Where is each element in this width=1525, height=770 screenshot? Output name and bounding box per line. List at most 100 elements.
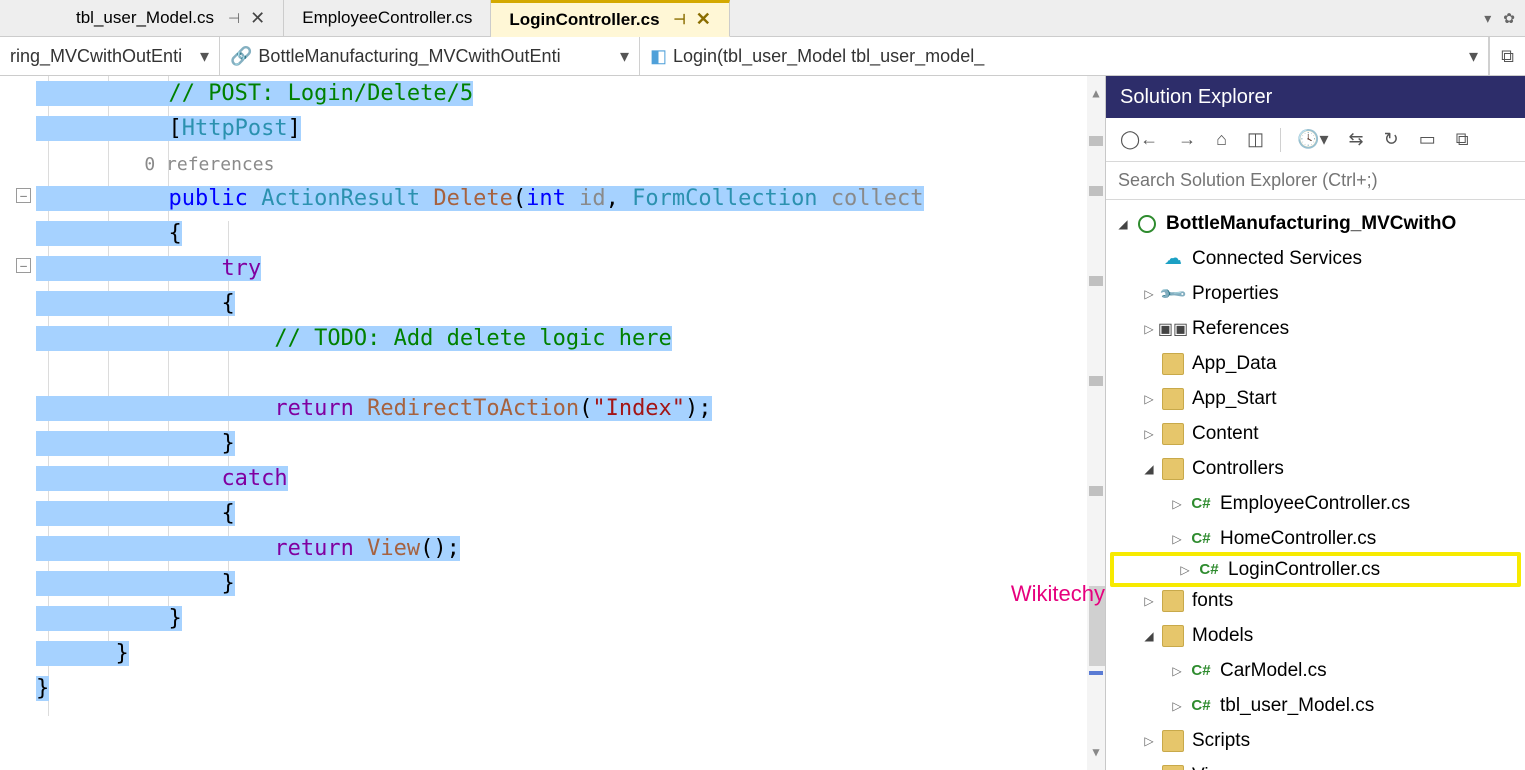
chevron-down-icon: ▾ bbox=[1461, 46, 1478, 67]
codelens-references[interactable]: 0 references bbox=[144, 154, 274, 175]
expand-toggle[interactable] bbox=[1140, 460, 1158, 478]
code-comment: // POST: Login/Delete/5 bbox=[168, 81, 473, 106]
switch-view-icon[interactable]: ◫ bbox=[1241, 125, 1270, 154]
node-label: Connected Services bbox=[1192, 248, 1362, 270]
code-editor[interactable]: – – // POST: Login/Delete/5 [HttpPost] 0… bbox=[0, 76, 1105, 770]
file-login-controller[interactable]: C# LoginController.cs bbox=[1110, 552, 1521, 587]
connected-services-node[interactable]: ☁ Connected Services bbox=[1106, 241, 1525, 276]
expand-toggle[interactable] bbox=[1140, 425, 1158, 443]
dd-text: BottleManufacturing_MVCwithOutEnti bbox=[258, 46, 560, 67]
expand-toggle[interactable] bbox=[1168, 697, 1186, 715]
project-dropdown[interactable]: ring_MVCwithOutEnti ▾ bbox=[0, 37, 220, 75]
tab-employee-controller[interactable]: EmployeeController.cs bbox=[284, 0, 491, 36]
csharp-icon: C# bbox=[1198, 559, 1220, 581]
node-label: App_Start bbox=[1192, 388, 1277, 410]
expand-toggle[interactable] bbox=[1114, 215, 1132, 233]
node-label: Properties bbox=[1192, 283, 1279, 305]
file-home-controller[interactable]: C# HomeController.cs bbox=[1106, 521, 1525, 556]
project-node[interactable]: BottleManufacturing_MVCwithO bbox=[1106, 206, 1525, 241]
expand-toggle[interactable] bbox=[1140, 285, 1158, 303]
cloud-icon: ☁ bbox=[1162, 248, 1184, 270]
folder-controllers[interactable]: Controllers bbox=[1106, 451, 1525, 486]
forward-icon[interactable]: → bbox=[1172, 125, 1202, 154]
expand-toggle[interactable] bbox=[1168, 530, 1186, 548]
collapse-icon[interactable]: ▭ bbox=[1413, 125, 1442, 154]
tab-label: tbl_user_Model.cs bbox=[76, 8, 214, 28]
folder-appstart[interactable]: App_Start bbox=[1106, 381, 1525, 416]
code-marker bbox=[1089, 486, 1103, 496]
expand-toggle[interactable] bbox=[1140, 627, 1158, 645]
expand-toggle[interactable] bbox=[1140, 320, 1158, 338]
node-label: BottleManufacturing_MVCwithO bbox=[1166, 213, 1456, 235]
fold-toggle[interactable]: – bbox=[16, 188, 31, 203]
home-icon[interactable]: ⌂ bbox=[1210, 125, 1233, 154]
folder-fonts[interactable]: fonts bbox=[1106, 583, 1525, 618]
folder-views[interactable]: Views bbox=[1106, 758, 1525, 770]
expand-toggle[interactable] bbox=[1140, 390, 1158, 408]
folder-icon bbox=[1162, 625, 1184, 647]
wrench-icon: 🔧 bbox=[1157, 278, 1188, 309]
tab-settings-icon[interactable]: ✿ bbox=[1503, 10, 1515, 27]
close-icon[interactable]: ✕ bbox=[696, 9, 711, 30]
tab-login-controller[interactable]: LoginController.cs ⊣ ✕ bbox=[491, 0, 729, 37]
fold-toggle[interactable]: – bbox=[16, 258, 31, 273]
pin-icon[interactable]: ⊣ bbox=[228, 10, 240, 27]
folder-icon bbox=[1162, 353, 1184, 375]
split-view-button[interactable]: ⧉ bbox=[1489, 37, 1525, 75]
panel-title: Solution Explorer bbox=[1106, 76, 1525, 118]
expand-toggle[interactable] bbox=[1140, 767, 1158, 770]
expand-toggle[interactable] bbox=[1140, 592, 1158, 610]
folder-icon bbox=[1162, 423, 1184, 445]
expand-toggle[interactable] bbox=[1168, 662, 1186, 680]
chevron-down-icon: ▾ bbox=[192, 46, 209, 67]
folder-icon bbox=[1162, 765, 1184, 770]
code-marker bbox=[1089, 376, 1103, 386]
references-node[interactable]: ▣▣ References bbox=[1106, 311, 1525, 346]
se-toolbar: ◯← → ⌂ ◫ 🕓▾ ⇆ ↻ ▭ ⧉ bbox=[1106, 118, 1525, 162]
se-search bbox=[1106, 162, 1525, 200]
folder-models[interactable]: Models bbox=[1106, 618, 1525, 653]
expand-toggle[interactable] bbox=[1140, 732, 1158, 750]
file-tbl-user-model[interactable]: C# tbl_user_Model.cs bbox=[1106, 688, 1525, 723]
expand-toggle[interactable] bbox=[1176, 561, 1194, 579]
expand-toggle[interactable] bbox=[1168, 495, 1186, 513]
chevron-down-icon: ▾ bbox=[612, 46, 629, 67]
csharp-icon: C# bbox=[1190, 695, 1212, 717]
code-marker bbox=[1089, 276, 1103, 286]
vertical-scrollbar[interactable]: ▲ ▼ bbox=[1087, 76, 1105, 770]
close-icon[interactable]: ✕ bbox=[250, 8, 265, 29]
refresh-icon[interactable]: ↻ bbox=[1378, 125, 1405, 154]
search-input[interactable] bbox=[1106, 162, 1525, 199]
tab-tbl-user-model[interactable]: tbl_user_Model.cs ⊣ ✕ bbox=[58, 0, 284, 36]
pin-icon[interactable]: ⊣ bbox=[674, 11, 686, 28]
member-dropdown[interactable]: ◧ Login(tbl_user_Model tbl_user_model_ ▾ bbox=[640, 37, 1489, 75]
csharp-icon: C# bbox=[1190, 660, 1212, 682]
references-icon: ▣▣ bbox=[1162, 318, 1184, 340]
watermark-text: Wikitechy bbox=[1011, 581, 1105, 607]
folder-icon bbox=[1162, 730, 1184, 752]
node-label: fonts bbox=[1192, 590, 1233, 612]
folder-scripts[interactable]: Scripts bbox=[1106, 723, 1525, 758]
document-tabs: tbl_user_Model.cs ⊣ ✕ EmployeeController… bbox=[0, 0, 1525, 36]
folder-content[interactable]: Content bbox=[1106, 416, 1525, 451]
method-icon: ◧ bbox=[650, 46, 667, 67]
scroll-down-icon[interactable]: ▼ bbox=[1087, 735, 1105, 770]
csharp-icon: C# bbox=[1190, 528, 1212, 550]
globe-icon bbox=[1136, 213, 1158, 235]
code-marker bbox=[1089, 186, 1103, 196]
type-dropdown[interactable]: 🔗 BottleManufacturing_MVCwithOutEnti ▾ bbox=[220, 37, 640, 75]
node-label: Controllers bbox=[1192, 458, 1284, 480]
history-icon[interactable]: 🕓▾ bbox=[1291, 125, 1334, 154]
solution-explorer: Solution Explorer ◯← → ⌂ ◫ 🕓▾ ⇆ ↻ ▭ ⧉ Bo… bbox=[1105, 76, 1525, 770]
show-all-icon[interactable]: ⧉ bbox=[1450, 125, 1475, 154]
scroll-up-icon[interactable]: ▲ bbox=[1087, 76, 1105, 111]
properties-node[interactable]: 🔧 Properties bbox=[1106, 276, 1525, 311]
node-label: LoginController.cs bbox=[1228, 559, 1380, 581]
back-icon[interactable]: ◯← bbox=[1114, 125, 1164, 154]
namespace-icon: 🔗 bbox=[230, 46, 252, 67]
tab-dropdown-icon[interactable]: ▾ bbox=[1484, 10, 1491, 27]
file-car-model[interactable]: C# CarModel.cs bbox=[1106, 653, 1525, 688]
folder-appdata[interactable]: App_Data bbox=[1106, 346, 1525, 381]
file-employee-controller[interactable]: C# EmployeeController.cs bbox=[1106, 486, 1525, 521]
sync-icon[interactable]: ⇆ bbox=[1343, 125, 1370, 154]
